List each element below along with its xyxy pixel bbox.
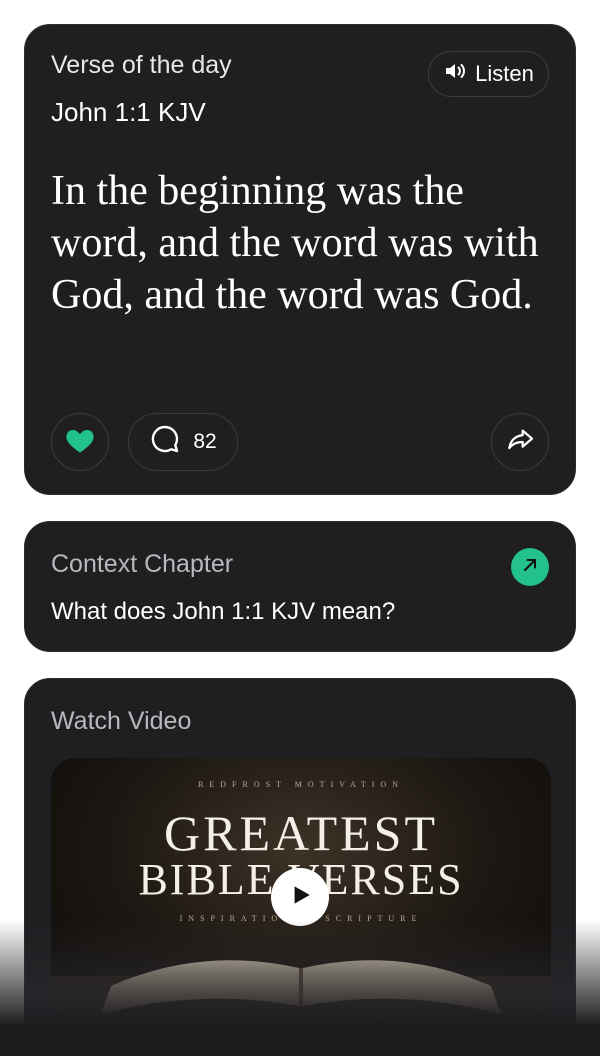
context-chapter-title: Context Chapter bbox=[51, 550, 234, 578]
context-chapter-card[interactable]: Context Chapter What does John 1:1 KJV m… bbox=[24, 521, 576, 652]
comment-count: 82 bbox=[193, 430, 217, 453]
comment-icon bbox=[149, 423, 181, 461]
verse-card-label: Verse of the day bbox=[51, 51, 232, 79]
speaker-icon bbox=[443, 59, 467, 89]
comment-button[interactable]: 82 bbox=[128, 413, 238, 471]
share-button[interactable] bbox=[491, 413, 549, 471]
open-context-button[interactable] bbox=[511, 548, 549, 586]
watch-video-title: Watch Video bbox=[51, 707, 192, 735]
verse-reference: John 1:1 KJV bbox=[51, 97, 206, 127]
play-icon bbox=[287, 882, 313, 913]
verse-of-the-day-card: Verse of the day John 1:1 KJV Listen In … bbox=[24, 24, 576, 495]
like-button[interactable] bbox=[51, 413, 109, 471]
listen-button[interactable]: Listen bbox=[428, 51, 549, 97]
arrow-up-right-icon bbox=[520, 555, 540, 580]
heart-icon bbox=[65, 426, 95, 459]
share-icon bbox=[504, 424, 536, 461]
thumbnail-channel-text: REDFROST MOTIVATION bbox=[198, 780, 404, 789]
context-question: What does John 1:1 KJV mean? bbox=[51, 598, 396, 625]
bottom-fade-overlay bbox=[0, 920, 600, 1056]
play-button[interactable] bbox=[271, 868, 329, 926]
verse-text: In the beginning was the word, and the w… bbox=[51, 168, 539, 318]
listen-label: Listen bbox=[475, 61, 534, 86]
